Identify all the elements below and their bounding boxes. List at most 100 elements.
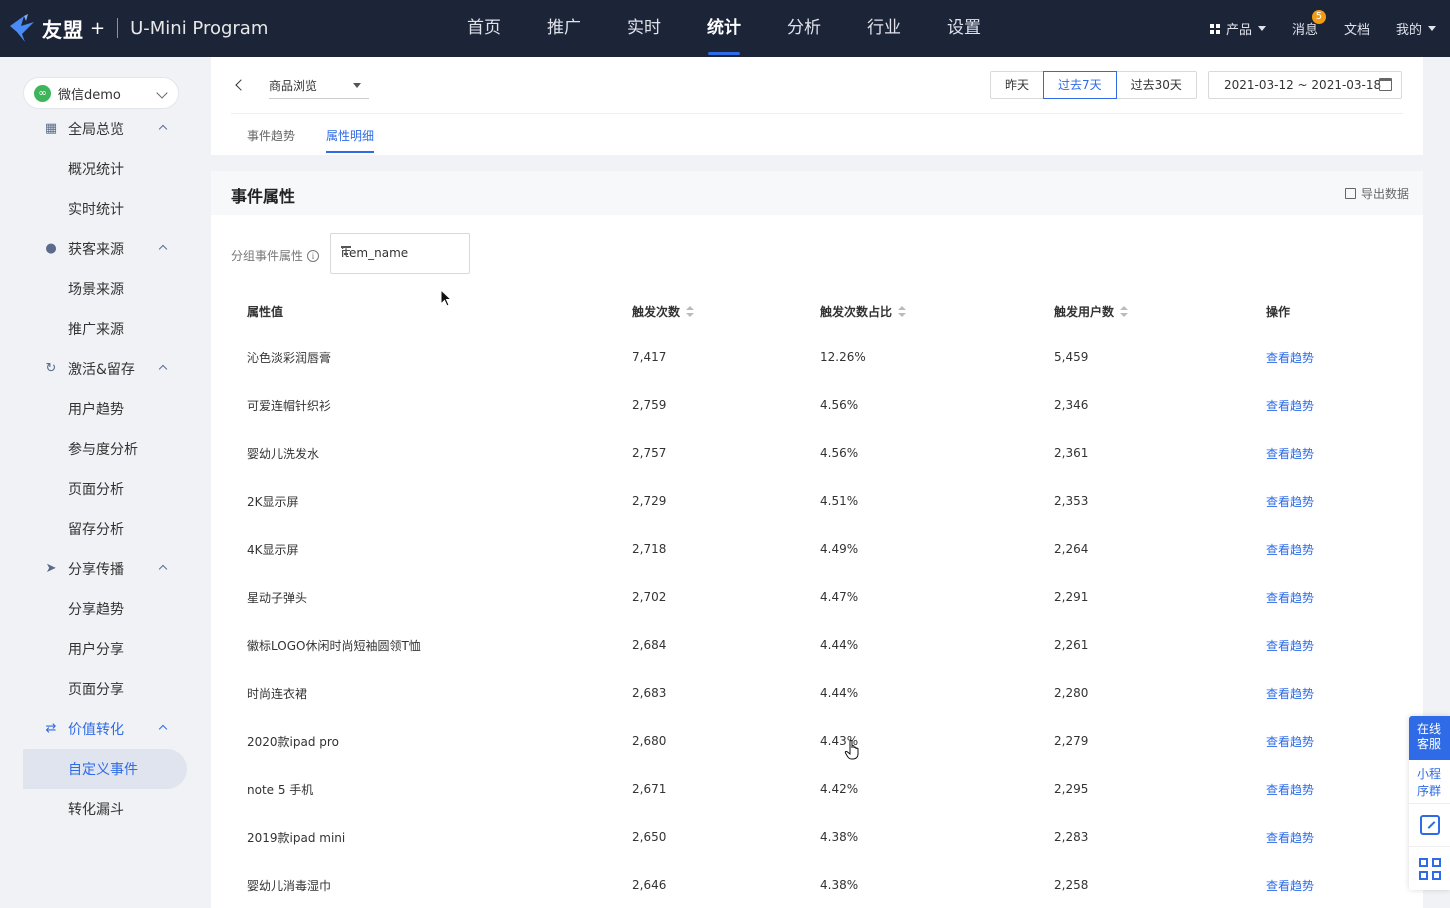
chevron-up-icon [158,244,168,254]
online-service-button[interactable]: 在线 客服 [1409,716,1450,760]
docs-link[interactable]: 文档 [1344,19,1370,38]
export-data-button[interactable]: 导出数据 [1344,185,1409,202]
col-trigger-count[interactable]: 触发次数 [616,289,804,333]
cell-trigger-users: 5,459 [1054,350,1089,364]
refresh-icon: ↻ [45,361,57,376]
cell-trigger-ratio: 4.43% [804,717,1038,765]
sidebar-group-sharing[interactable]: ➤ 分享传播 [0,549,211,589]
product-dropdown[interactable]: 产品 [1209,19,1266,38]
view-trend-link[interactable]: 查看趋势 [1266,351,1314,365]
date-range-picker[interactable]: 2021-03-12 ~ 2021-03-18 [1208,71,1402,99]
cell-trigger-count: 2,650 [632,830,667,844]
sidebar-group-retention[interactable]: ↻ 激活&留存 [0,349,211,389]
sidebar-group-conversion[interactable]: ⇄ 价值转化 [0,709,211,749]
event-select[interactable]: 商品浏览 [269,71,369,99]
umeng-logo-icon [10,14,34,42]
sidebar-item-page-analysis[interactable]: 页面分析 [0,469,211,509]
app-selector[interactable]: ∞ 微信demo [23,77,179,109]
sidebar-group-acquisition[interactable]: ● 获客来源 [0,229,211,269]
cell-trigger-users: 2,258 [1054,878,1089,892]
col-trigger-ratio[interactable]: 触发次数占比 [804,289,1038,333]
sidebar-item-user-trend[interactable]: 用户趋势 [0,389,211,429]
cell-trigger-users: 2,279 [1038,717,1250,765]
sidebar-item-realtime-stats[interactable]: 实时统计 [0,189,211,229]
tab-attribute-detail[interactable]: 属性明细 [326,127,375,153]
info-icon[interactable]: i [307,249,320,262]
menu-settings[interactable]: 设置 [924,0,1004,57]
menu-realtime[interactable]: 实时 [604,0,684,57]
cell-trigger-ratio: 4.56% [820,446,859,460]
sidebar-item-share-trend[interactable]: 分享趋势 [0,589,211,629]
sidebar-group-overview[interactable]: ▦ 全局总览 [0,109,211,149]
hand-cursor-icon [844,740,859,760]
view-trend-link[interactable]: 查看趋势 [1266,591,1314,605]
cell-trigger-users: 2,361 [1038,429,1250,477]
qrcode-button[interactable] [1409,847,1450,890]
menu-analysis[interactable]: 分析 [764,0,844,57]
view-trend-link[interactable]: 查看趋势 [1266,879,1314,893]
sort-icon[interactable] [898,306,907,318]
cell-attribute-value: 2019款ipad mini [231,813,616,861]
col-trigger-users[interactable]: 触发用户数 [1038,289,1250,333]
cell-trigger-ratio: 4.38% [820,830,859,844]
sidebar-item-engagement[interactable]: 参与度分析 [0,429,211,469]
menu-home[interactable]: 首页 [444,0,524,57]
view-trend-link[interactable]: 查看趋势 [1266,783,1314,797]
view-trend-link[interactable]: 查看趋势 [1266,447,1314,461]
cell-trigger-count: 2,718 [616,525,804,573]
sidebar-item-scene-source[interactable]: 场景来源 [0,269,211,309]
cell-trigger-count: 7,417 [632,350,667,364]
sidebar-item-overview-stats[interactable]: 概况统计 [0,149,211,189]
cell-attribute-value: 可爱连帽针织衫 [247,398,332,413]
column-label: 属性值 [247,304,284,319]
group-attribute-value: item_name [341,246,409,260]
brand[interactable]: 友盟 + U-Mini Program [8,10,268,46]
cell-trigger-users: 2,353 [1054,494,1089,508]
view-trend-link[interactable]: 查看趋势 [1266,639,1314,653]
view-trend-link[interactable]: 查看趋势 [1266,399,1314,413]
view-trend-link[interactable]: 查看趋势 [1266,831,1314,845]
sidebar-item-label: 转化漏斗 [68,802,124,818]
view-trend-link[interactable]: 查看趋势 [1266,543,1314,557]
docs-label: 文档 [1343,23,1370,38]
cell-trigger-count: 2,757 [616,429,804,477]
mini-program-group-button[interactable]: 小程 序群 [1409,760,1450,804]
range-7days-button[interactable]: 过去7天 [1043,71,1117,99]
messages-link[interactable]: 消息 5 [1292,10,1326,38]
view-trend-link[interactable]: 查看趋势 [1266,687,1314,701]
sort-icon[interactable] [686,306,695,318]
filter-icon [341,246,351,255]
cell-actions: 查看趋势 [1250,813,1403,861]
menu-industry[interactable]: 行业 [844,0,924,57]
cell-trigger-ratio: 4.47% [804,573,1038,621]
table-row: 时尚连衣裙 2,683 4.44% 2,280 查看趋势 [231,669,1403,717]
menu-statistics[interactable]: 统计 [684,0,764,57]
sort-icon[interactable] [1120,306,1129,318]
cell-trigger-users: 2,261 [1054,638,1089,652]
cell-attribute-value: 徽标LOGO休闲时尚短袖圆领T恤 [247,638,421,653]
cell-attribute-value: 婴幼儿洗发水 [247,446,320,461]
menu-promotion[interactable]: 推广 [524,0,604,57]
range-30days-button[interactable]: 过去30天 [1115,71,1197,99]
sidebar-item-promo-source[interactable]: 推广来源 [0,309,211,349]
range-yesterday-button[interactable]: 昨天 [990,71,1045,99]
sidebar-item-funnel[interactable]: 转化漏斗 [0,789,211,829]
group-attribute-label: 分组事件属性 i [231,247,320,264]
col-attribute-value: 属性值 [231,289,616,333]
view-trend-link[interactable]: 查看趋势 [1266,735,1314,749]
feedback-button[interactable] [1409,804,1450,847]
back-arrow-icon[interactable] [235,79,247,91]
view-trend-link[interactable]: 查看趋势 [1266,495,1314,509]
table-row: 婴幼儿洗发水 2,757 4.56% 2,361 查看趋势 [231,429,1403,477]
cell-attribute-value: 婴幼儿消毒湿巾 [247,878,332,893]
cell-trigger-users: 2,280 [1054,686,1089,700]
sidebar-item-custom-events[interactable]: 自定义事件 [0,749,211,789]
cell-trigger-ratio: 4.44% [820,686,859,700]
mine-dropdown[interactable]: 我的 [1396,19,1436,38]
sidebar-item-user-share[interactable]: 用户分享 [0,629,211,669]
group-attribute-select[interactable]: item_name [330,233,470,274]
sidebar-item-retention-analysis[interactable]: 留存分析 [0,509,211,549]
sidebar-item-page-share[interactable]: 页面分享 [0,669,211,709]
mine-label: 我的 [1395,23,1422,38]
tab-event-trend[interactable]: 事件趋势 [247,127,295,144]
